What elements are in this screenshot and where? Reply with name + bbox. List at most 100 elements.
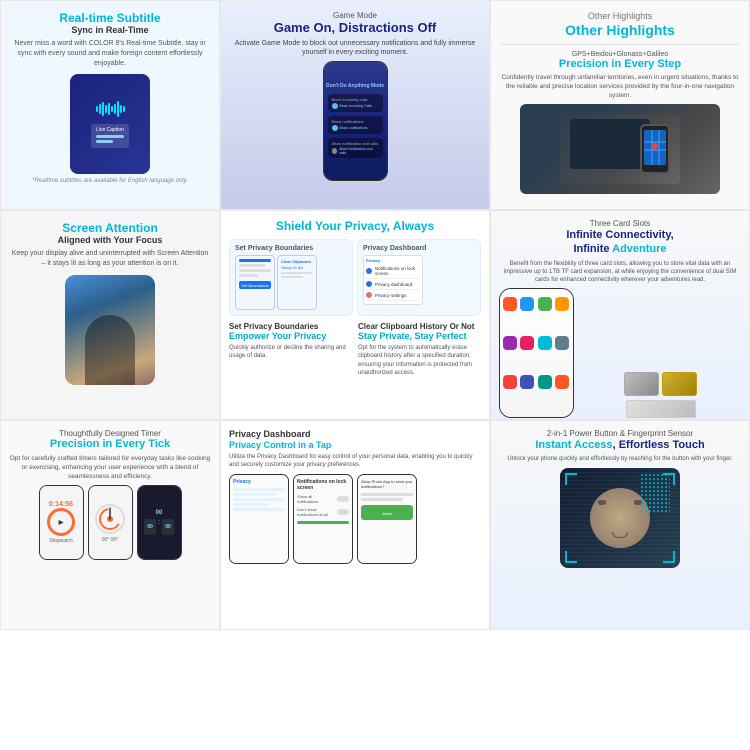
car-dashboard <box>570 119 650 169</box>
dash-item-3: Privacy settings <box>366 290 420 301</box>
wave-bar-7 <box>114 104 116 114</box>
cell-three-card-slots: Three Card Slots Infinite Connectivity, … <box>490 210 750 420</box>
app-11 <box>538 375 552 389</box>
priv-s1-l4 <box>233 503 269 506</box>
phone-holder <box>640 124 670 174</box>
notif-block-2-title: Block notifications <box>332 119 379 124</box>
screen-phone-img <box>65 275 155 385</box>
wave-bar-2 <box>99 104 101 114</box>
power-effortless: Effortless Touch <box>619 439 705 451</box>
dash-title: Privacy <box>366 258 420 263</box>
divider <box>501 44 739 45</box>
timer-title: Precision in Every Tick <box>9 438 211 451</box>
gps-description: Confidently travel through unfamiliar te… <box>501 73 739 100</box>
notif-block-3-title: Allow notification and calls <box>332 141 379 146</box>
person-bg <box>65 275 155 385</box>
timer-phone-1: 0:14:56 ▶ Stopwatch <box>39 485 84 560</box>
p1-button: Set Boundaries <box>239 281 271 289</box>
app-7 <box>538 336 552 350</box>
app-1 <box>503 297 517 311</box>
app-3 <box>538 297 552 311</box>
timer-phone-2: 00° 00° <box>88 485 133 560</box>
toggle-dot-3 <box>332 148 338 154</box>
priv-screen-3: Allow Photo App to send you notification… <box>358 475 416 563</box>
dash-text-1: Notifications on lock screen <box>375 266 420 276</box>
power-description: Unlock your phone quickly and effortless… <box>499 455 741 463</box>
timer-screen-1: 0:14:56 ▶ Stopwatch <box>40 486 83 559</box>
app-5 <box>503 336 517 350</box>
toggle-dot-2 <box>332 125 338 131</box>
app-2 <box>520 297 534 311</box>
app-9 <box>503 375 517 389</box>
empower-sub: Empower Your Privacy <box>229 331 352 342</box>
realtime-phone-mock: Live Caption <box>70 74 150 174</box>
p1-line-1 <box>239 259 271 262</box>
wave-bar-10 <box>123 106 125 112</box>
timer-dial-label: 00° 00° <box>102 537 119 543</box>
priv-phone-1: Privacy <box>229 474 289 564</box>
game-title: Game On, Distractions Off <box>231 20 479 36</box>
timer-h: 00 <box>144 519 156 535</box>
realtime-subtitle-text: Sync in Real-Time <box>11 25 209 35</box>
p2-subtitle: History Or Not <box>281 266 313 270</box>
privacy-mini-phone-2: Clear Clipboard History Or Not <box>277 255 317 310</box>
wave-bar-3 <box>102 102 104 116</box>
p2-title: Clear Clipboard <box>281 259 313 264</box>
waveform <box>96 101 125 117</box>
slots-phone <box>499 288 574 418</box>
game-label: Game Mode <box>231 11 479 20</box>
empower-desc: Quickly authorize or decline the sharing… <box>229 344 352 361</box>
privacy-bottom-row: Set Privacy Boundaries Empower Your Priv… <box>229 322 481 377</box>
realtime-description: Never miss a word with COLOR 8's Real-ti… <box>11 39 209 68</box>
priv-screen-1: Privacy <box>230 475 288 563</box>
allow-button[interactable]: Allow <box>361 505 413 520</box>
face-bg <box>560 468 680 568</box>
phone-holder-screen <box>644 130 666 165</box>
timer-label: Thoughtfully Designed Timer <box>9 429 211 438</box>
timer-description: Opt for carefully crafted timers tailore… <box>9 454 211 481</box>
tf-card <box>626 400 696 418</box>
slots-label: Three Card Slots <box>499 219 741 228</box>
timer-stop-label: Stopwatch <box>49 538 72 544</box>
live-caption-label: Live Caption <box>96 127 124 133</box>
screen-phone <box>65 275 155 385</box>
realtime-phone-screen: Live Caption <box>70 74 150 174</box>
toggle-row-1: Show all notifications <box>297 494 349 504</box>
timer-time: 0:14:56 <box>49 501 73 508</box>
priv-s1-l3 <box>233 498 285 501</box>
priv-s2-title: Notifications on lock screen <box>297 479 349 491</box>
p2-line-1 <box>281 272 313 274</box>
game-screen: Don't Do Anything Mode Block incoming ca… <box>324 62 387 180</box>
timer-screen-3: 00 00 : 00 <box>138 486 181 559</box>
timer-dark-title: 00 <box>156 510 163 516</box>
toggle-2-switch <box>337 509 349 515</box>
cell-timer: Thoughtfully Designed Timer Precision in… <box>0 420 220 630</box>
allow-text: Allow Photo App to send you notification… <box>361 479 413 490</box>
wave-bar-9 <box>120 105 122 113</box>
screen-attention-sub: Aligned with Your Focus <box>11 235 209 245</box>
screen-attention-desc: Keep your display alive and uninterrupte… <box>11 249 209 269</box>
slots-screen <box>500 289 573 417</box>
privacy-mini-phone-1: Set Boundaries <box>235 255 275 310</box>
p2-line-2 <box>281 276 303 278</box>
dash-item-1: Notifications on lock screen <box>366 264 420 279</box>
stay-title: Clear Clipboard History Or Not <box>358 322 481 331</box>
stay-sub: Stay Private, Stay Perfect <box>358 331 481 342</box>
notif-block-2: Block notifications Block notifications <box>328 116 383 134</box>
app-6 <box>520 336 534 350</box>
dash-dot-1 <box>366 268 372 274</box>
person-shape <box>85 315 135 385</box>
notif-block-1-title: Block incoming calls <box>332 97 379 102</box>
priv-phone-2: Notifications on lock screen Show all no… <box>293 474 353 564</box>
privacy-card-2-title: Privacy Dashboard <box>363 245 475 252</box>
caption-line-1 <box>96 135 124 138</box>
game-phone: Don't Do Anything Mode Block incoming ca… <box>323 61 388 181</box>
power-title: Instant Access, Effortless Touch <box>499 438 741 452</box>
priv-s1-l5 <box>233 508 285 511</box>
priv-phone-3: Allow Photo App to send you notification… <box>357 474 417 564</box>
game-description: Activate Game Mode to block out unnecess… <box>231 39 479 59</box>
sim-2 <box>662 372 697 396</box>
scan-corner-tl <box>565 473 577 485</box>
scan-corner-bl <box>565 551 577 563</box>
notif-1-label: Block Incoming Calls <box>340 104 372 108</box>
